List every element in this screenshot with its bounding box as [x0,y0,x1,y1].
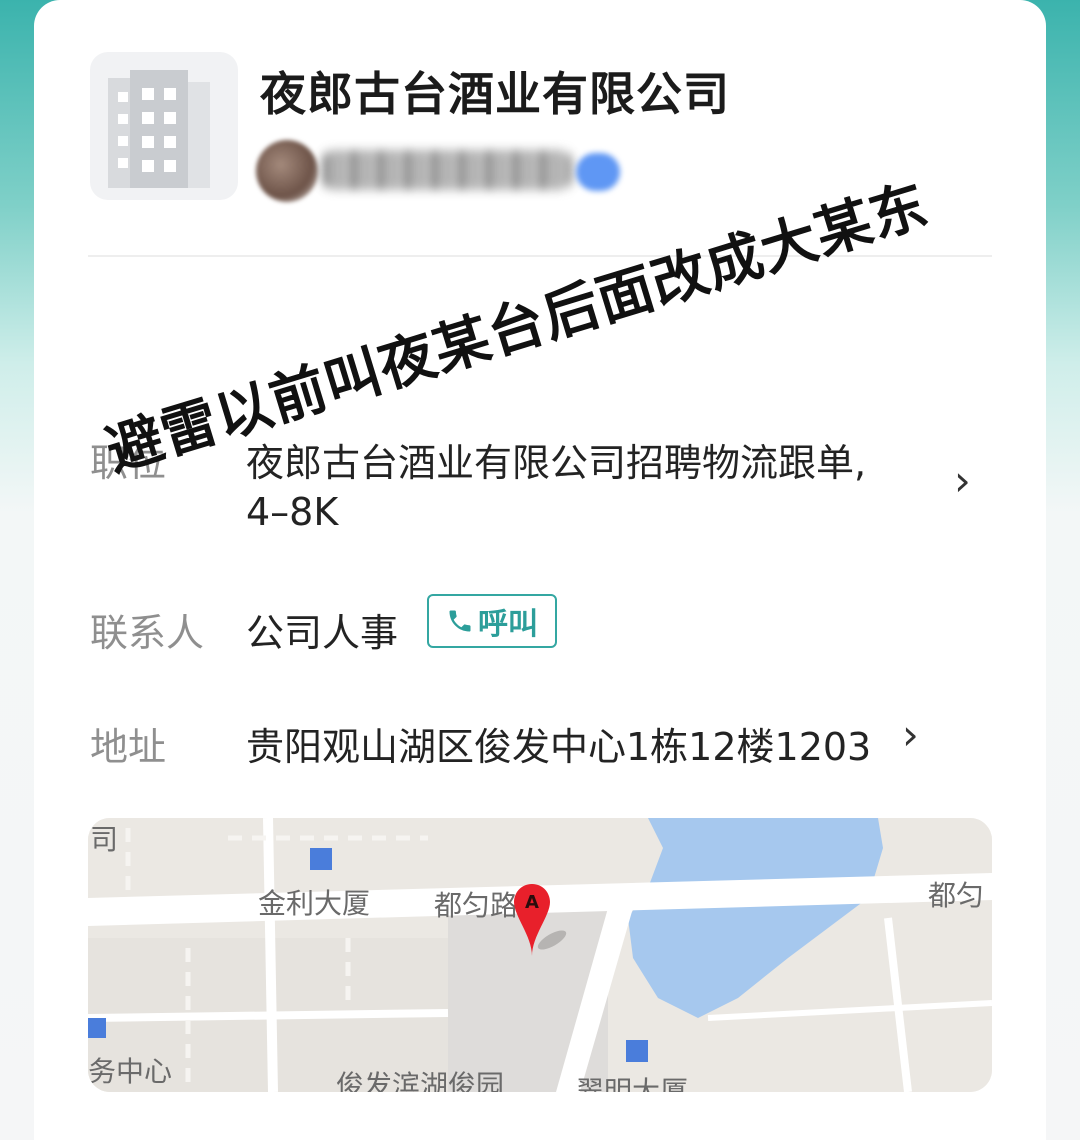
blurred-recruiter-name [322,150,572,190]
map-label-road1: 都匀路 [434,889,519,922]
map-label-bottom2: 翠明大厦 [576,1075,689,1092]
map-marker-icon[interactable]: A [512,880,568,960]
phone-icon [449,610,471,632]
location-map[interactable]: 司 金利大厦 都匀路 都匀 务中心 俊发滨湖俊园 翠明大厦 A [88,818,992,1092]
position-value-line2[interactable]: 4–8K [246,490,338,534]
map-label-road2: 都匀 [928,879,985,912]
map-label-building1: 金利大厦 [258,887,371,920]
address-chevron-icon[interactable]: › [902,710,919,759]
building-icon [108,70,210,188]
address-label: 地址 [90,725,167,769]
call-button[interactable]: 呼叫 [427,594,557,648]
recruiter-row[interactable] [256,140,626,202]
map-label-bottom1: 俊发滨湖俊园 [336,1069,505,1092]
map-marker-letter: A [525,892,539,913]
call-button-label: 呼叫 [478,607,538,642]
position-value-line1[interactable]: 夜郎古台酒业有限公司招聘物流跟单, [246,432,866,487]
avatar[interactable] [256,140,318,202]
map-label-left: 务中心 [88,1055,173,1088]
address-value[interactable]: 贵阳观山湖区俊发中心1栋12楼1203 [246,716,871,771]
company-name: 夜郎古台酒业有限公司 [260,67,730,121]
map-label-top-left: 司 [90,823,119,856]
contact-value: 公司人事 [246,611,399,655]
position-chevron-icon[interactable]: › [954,456,971,505]
contact-label: 联系人 [90,611,205,655]
verified-badge-icon [576,153,620,191]
company-logo [90,52,238,200]
